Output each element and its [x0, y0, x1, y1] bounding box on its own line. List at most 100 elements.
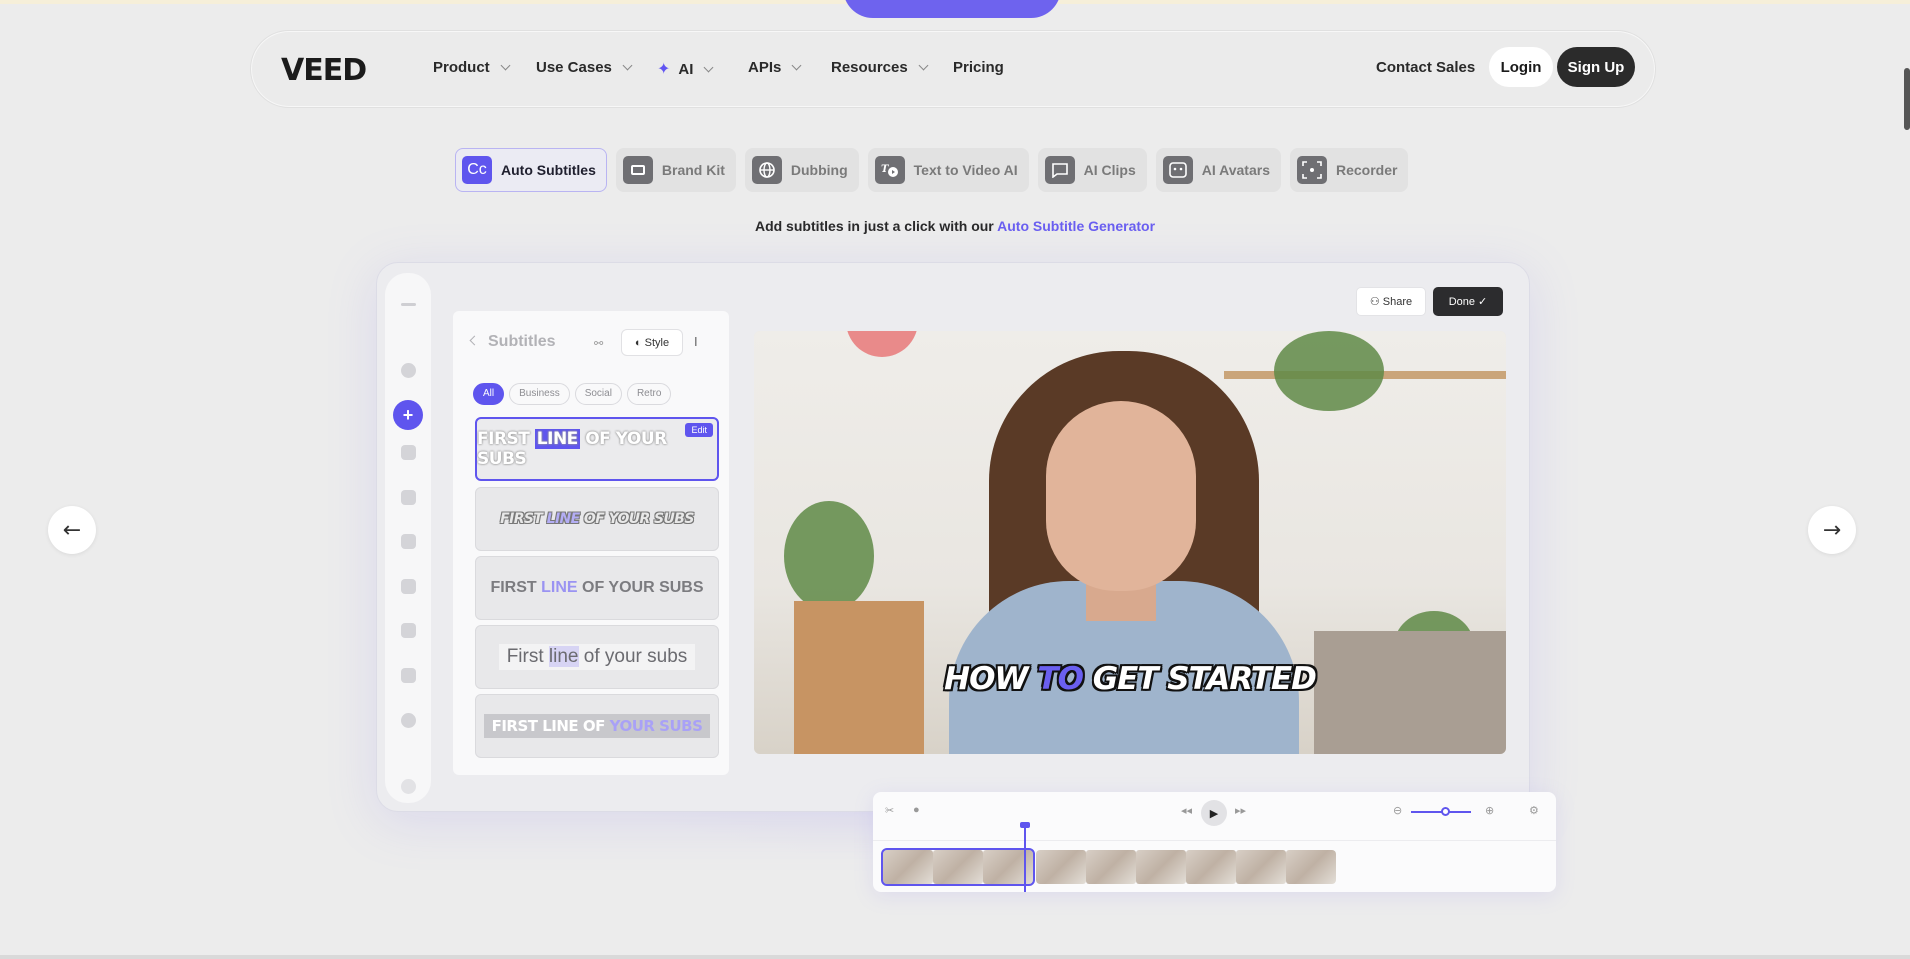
nav-product-label: Product	[433, 59, 490, 76]
tab-text-to-video[interactable]: T Text to Video AI	[867, 148, 1029, 192]
palette-icon: ◐	[634, 336, 645, 349]
chip-retro[interactable]: Retro	[626, 383, 672, 405]
chevron-down-icon	[622, 60, 633, 71]
tab-brand-kit[interactable]: Brand Kit	[615, 148, 736, 192]
style-preview-text: FIRST LINE OF YOUR SUBS	[490, 579, 704, 596]
style-button-label: Style	[644, 336, 670, 349]
done-label: Done	[1448, 296, 1475, 308]
chevron-down-icon	[500, 60, 511, 71]
style-preview-text: FIRST LINE OF YOUR SUBS	[500, 511, 694, 527]
main-nav: VEED Product Use Cases ✦ AI APIs Resourc…	[250, 30, 1656, 108]
top-announcement-tab[interactable]	[843, 0, 1061, 18]
globe-icon	[751, 156, 782, 184]
nav-resources-label: Resources	[831, 59, 908, 76]
play-button[interactable]: ▶	[1201, 800, 1227, 826]
nav-product[interactable]: Product	[433, 59, 511, 76]
auto-subtitle-generator-link[interactable]: Auto Subtitle Generator	[997, 218, 1155, 234]
help-icon[interactable]	[401, 779, 416, 794]
menu-icon[interactable]	[401, 303, 416, 306]
add-user-icon: ⚇	[1369, 296, 1383, 308]
rewind-icon[interactable]: ◂◂	[1181, 804, 1192, 817]
nav-apis-label: APIs	[748, 59, 782, 76]
filters-icon[interactable]	[401, 713, 416, 728]
plant-image	[1274, 331, 1384, 411]
subtitle-style-card[interactable]: FIRST LINE OF YOUR SUBS	[475, 556, 719, 620]
clip-thumbnail	[883, 850, 933, 884]
fast-forward-icon[interactable]: ▸▸	[1235, 804, 1246, 817]
tab-auto-subtitles[interactable]: Cc Auto Subtitles	[455, 148, 607, 192]
tab-ai-clips[interactable]: AI Clips	[1037, 148, 1147, 192]
video-clip[interactable]	[1036, 850, 1336, 884]
zoom-in-icon[interactable]: ⊕	[1485, 804, 1494, 817]
presenter-face	[1046, 401, 1196, 591]
record-icon[interactable]	[401, 623, 416, 638]
nav-use-cases-label: Use Cases	[536, 59, 612, 76]
settings-icon[interactable]	[401, 363, 416, 378]
settings-toggle-icon[interactable]: ⚯	[594, 337, 603, 350]
page-scrollbar[interactable]	[1904, 68, 1910, 130]
add-media-button[interactable]: +	[393, 400, 423, 430]
clips-icon	[1044, 156, 1075, 184]
nav-pricing[interactable]: Pricing	[953, 59, 1004, 76]
style-preview-text: First line of your subs	[498, 644, 696, 670]
chip-business[interactable]: Business	[509, 383, 570, 405]
tab-dubbing[interactable]: Dubbing	[744, 148, 859, 192]
text-icon[interactable]	[401, 534, 416, 549]
subtitle-style-card[interactable]: Edit FIRST LINE OF YOUR SUBS	[475, 417, 719, 481]
contact-sales-link[interactable]: Contact Sales	[1376, 59, 1475, 76]
clip-thumbnail	[1086, 850, 1136, 884]
check-icon: ✓	[1475, 296, 1488, 308]
timeline-playhead[interactable]	[1020, 822, 1030, 892]
share-button[interactable]: ⚇ Share	[1356, 287, 1426, 316]
veed-logo[interactable]: VEED	[281, 53, 367, 88]
video-subtitle-caption: HOW TO GET STARTED	[944, 661, 1317, 697]
tagline-text: Add subtitles in just a click with our	[754, 218, 998, 234]
style-button[interactable]: ◐ Style	[621, 329, 683, 356]
done-button[interactable]: Done ✓	[1433, 287, 1503, 316]
previous-arrow-button[interactable]: ←	[48, 506, 96, 554]
chevron-down-icon	[918, 60, 929, 71]
gear-icon[interactable]: ⚙	[1529, 804, 1539, 817]
subtitles-title-label: Subtitles	[488, 333, 556, 350]
sign-up-button[interactable]: Sign Up	[1557, 47, 1635, 87]
back-chevron-icon[interactable]	[469, 335, 480, 346]
clip-thumbnail	[1036, 850, 1086, 884]
subtitle-style-card[interactable]: First line of your subs	[475, 625, 719, 689]
transitions-icon[interactable]	[401, 668, 416, 683]
scissors-icon[interactable]: ✂	[885, 804, 894, 817]
zoom-out-icon[interactable]: ⊖	[1393, 804, 1402, 817]
elements-icon[interactable]	[401, 579, 416, 594]
timeline-ruler	[873, 840, 1556, 841]
nav-ai[interactable]: ✦ AI	[657, 59, 714, 79]
chevron-down-icon	[791, 60, 802, 71]
style-filter-chips: All Business Social Retro	[473, 383, 672, 405]
nav-use-cases[interactable]: Use Cases	[536, 59, 633, 76]
clip-thumbnail	[1286, 850, 1336, 884]
subtitles-icon[interactable]	[401, 490, 416, 505]
microphone-icon[interactable]: ●	[913, 804, 920, 816]
login-button[interactable]: Login	[1489, 47, 1553, 87]
clip-thumbnail	[1236, 850, 1286, 884]
text-cursor-icon: I	[694, 334, 698, 349]
zoom-slider-handle[interactable]	[1441, 807, 1450, 816]
audio-icon[interactable]	[401, 445, 416, 460]
tab-ai-avatars[interactable]: AI Avatars	[1155, 148, 1281, 192]
subtitle-style-card[interactable]: FIRST LINE OF YOUR SUBS	[475, 487, 719, 551]
tab-recorder[interactable]: Recorder	[1289, 148, 1409, 192]
video-preview[interactable]: HOW TO GET STARTED	[754, 331, 1506, 754]
edit-badge[interactable]: Edit	[685, 423, 713, 437]
subtitle-style-card[interactable]: FIRST LINE OF YOUR SUBS	[475, 694, 719, 758]
chip-all[interactable]: All	[473, 383, 505, 405]
subtitles-panel-title: Subtitles	[469, 333, 556, 351]
nav-resources[interactable]: Resources	[831, 59, 929, 76]
selected-clip[interactable]	[881, 848, 1035, 886]
nav-apis[interactable]: APIs	[748, 59, 802, 76]
chip-social[interactable]: Social	[574, 383, 622, 405]
plant-image	[784, 501, 874, 611]
next-arrow-button[interactable]: →	[1808, 506, 1856, 554]
tab-label: Recorder	[1335, 162, 1398, 178]
cc-icon: Cc	[462, 156, 492, 184]
clip-thumbnail	[1136, 850, 1186, 884]
tab-label: Brand Kit	[661, 162, 725, 178]
nav-pricing-label: Pricing	[953, 59, 1004, 76]
